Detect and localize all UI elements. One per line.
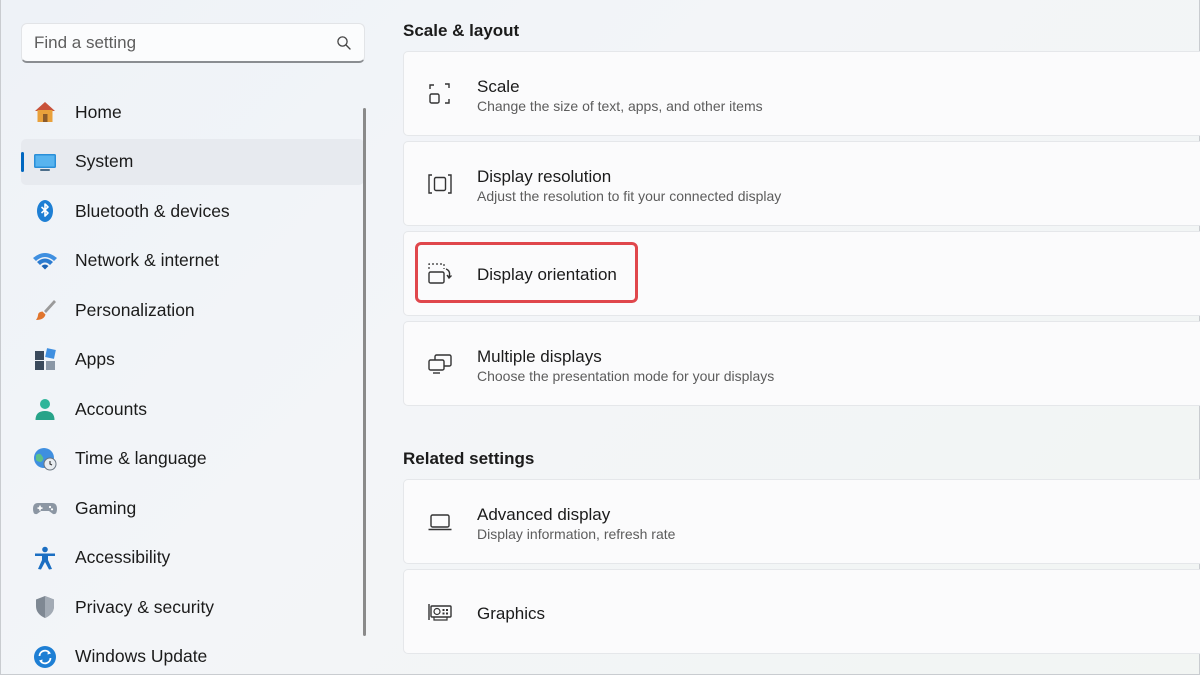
card-title: Graphics bbox=[477, 604, 546, 623]
scale-card[interactable]: Scale Change the size of text, apps, and… bbox=[403, 51, 1200, 136]
sidebar-item-label: Personalization bbox=[75, 299, 195, 320]
sidebar-item-label: Time & language bbox=[75, 448, 207, 468]
sidebar-item-network[interactable]: Network & internet bbox=[21, 238, 364, 284]
globe-clock-icon bbox=[32, 446, 58, 472]
scale-icon bbox=[426, 80, 454, 108]
sidebar-scrollbar[interactable] bbox=[363, 108, 366, 636]
shield-icon bbox=[32, 594, 58, 620]
sidebar-item-label: Accessibility bbox=[75, 547, 171, 567]
section-title-related-settings: Related settings bbox=[403, 449, 535, 468]
sidebar-item-home[interactable]: Home bbox=[21, 89, 364, 135]
person-icon bbox=[32, 396, 58, 422]
multiple-displays-icon bbox=[426, 350, 454, 378]
search-icon[interactable] bbox=[336, 35, 352, 51]
sidebar-item-accessibility[interactable]: Accessibility bbox=[21, 535, 364, 581]
card-subtitle: Adjust the resolution to fit your connec… bbox=[477, 188, 782, 204]
sidebar-item-label: Accounts bbox=[75, 398, 147, 419]
sidebar-item-label: Network & internet bbox=[75, 250, 219, 270]
card-title: Advanced display bbox=[477, 505, 611, 524]
laptop-icon bbox=[426, 508, 454, 536]
sidebar-item-label: Privacy & security bbox=[75, 596, 215, 617]
search-input[interactable] bbox=[34, 32, 336, 53]
sidebar: Home System Bluetooth & devices bbox=[0, 0, 380, 675]
card-subtitle: Display information, refresh rate bbox=[477, 526, 676, 542]
nav-list: Home System Bluetooth & devices Network … bbox=[21, 89, 364, 675]
bluetooth-icon bbox=[32, 198, 58, 224]
home-icon bbox=[32, 99, 58, 125]
sidebar-item-label: Gaming bbox=[75, 497, 137, 518]
card-title: Multiple displays bbox=[477, 347, 602, 366]
search-box[interactable] bbox=[21, 23, 365, 63]
display-resolution-card[interactable]: Display resolution Adjust the resolution… bbox=[403, 141, 1200, 226]
orientation-icon bbox=[426, 260, 454, 288]
brush-icon bbox=[32, 297, 58, 323]
card-subtitle: Choose the presentation mode for your di… bbox=[477, 368, 775, 384]
advanced-display-card[interactable]: Advanced display Display information, re… bbox=[403, 479, 1200, 564]
card-title: Display resolution bbox=[477, 167, 612, 186]
sidebar-item-privacy-security[interactable]: Privacy & security bbox=[21, 584, 364, 630]
sidebar-item-time-language[interactable]: Time & language bbox=[21, 436, 364, 482]
card-title: Scale bbox=[477, 77, 520, 96]
apps-icon bbox=[32, 347, 58, 373]
graphics-card-icon bbox=[426, 598, 454, 626]
section-title-scale-layout: Scale & layout bbox=[403, 21, 520, 40]
sidebar-item-system[interactable]: System bbox=[21, 138, 364, 185]
sidebar-item-apps[interactable]: Apps bbox=[21, 337, 364, 383]
card-subtitle: Change the size of text, apps, and other… bbox=[477, 98, 763, 114]
accessibility-icon bbox=[32, 545, 58, 571]
sidebar-item-accounts[interactable]: Accounts bbox=[21, 386, 364, 432]
sidebar-item-gaming[interactable]: Gaming bbox=[21, 485, 364, 531]
display-orientation-card[interactable]: Display orientation bbox=[403, 231, 1200, 316]
monitor-icon bbox=[32, 149, 58, 175]
sidebar-item-personalization[interactable]: Personalization bbox=[21, 287, 364, 333]
resolution-icon bbox=[426, 170, 454, 198]
card-title: Display orientation bbox=[477, 265, 617, 284]
sidebar-item-label: Apps bbox=[75, 349, 115, 369]
sidebar-item-label: Home bbox=[75, 101, 122, 122]
sidebar-item-bluetooth[interactable]: Bluetooth & devices bbox=[21, 188, 364, 234]
graphics-card[interactable]: Graphics bbox=[403, 569, 1200, 654]
update-icon bbox=[32, 644, 58, 670]
gamepad-icon bbox=[32, 495, 58, 521]
sidebar-item-windows-update[interactable]: Windows Update bbox=[21, 634, 364, 675]
sidebar-item-label: Windows Update bbox=[75, 646, 208, 666]
sidebar-item-label: System bbox=[75, 151, 134, 171]
multiple-displays-card[interactable]: Multiple displays Choose the presentatio… bbox=[403, 321, 1200, 406]
wifi-icon bbox=[32, 248, 58, 274]
sidebar-item-label: Bluetooth & devices bbox=[75, 200, 230, 221]
